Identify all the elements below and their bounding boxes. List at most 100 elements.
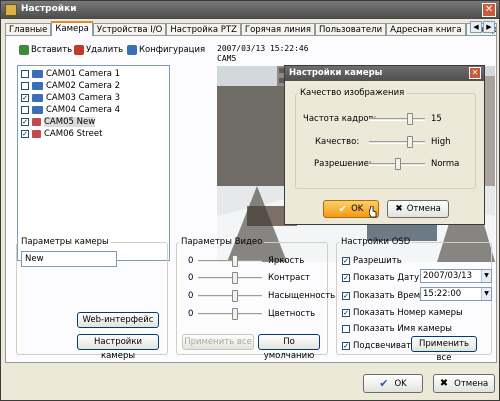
- chevron-down-icon[interactable]: ▼: [481, 288, 491, 300]
- add-camera-icon: [19, 45, 29, 55]
- delete-camera-label: Удалить: [86, 45, 124, 55]
- camera-icon: [32, 94, 43, 102]
- osd-cam-number-checkbox[interactable]: ✓: [342, 309, 350, 317]
- dialog-cancel-button[interactable]: ✖ Отмена: [387, 200, 449, 218]
- delete-camera-button[interactable]: Удалить: [74, 45, 123, 55]
- ok-button[interactable]: ✔ OK: [363, 374, 423, 393]
- osd-cam-number-label: Показать Номер камеры: [353, 308, 463, 318]
- hue-value: 0: [188, 309, 194, 319]
- osd-enable-checkbox[interactable]: ✓: [342, 257, 350, 265]
- camera-settings-button[interactable]: Настройки камеры: [77, 334, 159, 361]
- quality-slider[interactable]: [369, 136, 425, 148]
- osd-date-checkbox[interactable]: ✓: [342, 274, 350, 282]
- osd-cam-name-label: Показать Имя камеры: [353, 324, 453, 334]
- contrast-slider[interactable]: [198, 272, 262, 284]
- quality-value: High: [431, 137, 451, 147]
- ok-label: OK: [394, 378, 407, 389]
- camera-list-item[interactable]: ✓ CAM03 Camera 3: [21, 92, 120, 104]
- camera-name-input[interactable]: New: [21, 251, 117, 267]
- camera-icon: [32, 82, 43, 90]
- dialog-title: Настройки камеры: [289, 68, 383, 78]
- video-apply-all-button[interactable]: Применить все: [182, 334, 254, 350]
- camera-icon: [32, 106, 43, 114]
- saturation-label: Насыщенность: [268, 291, 336, 301]
- osd-time-label: Показать Время: [353, 291, 426, 301]
- osd-cam-number-row[interactable]: ✓ Показать Номер камеры: [342, 308, 463, 318]
- osd-time-select[interactable]: 15:22:00 ▼: [420, 287, 492, 301]
- camera-icon: [32, 70, 43, 78]
- osd-enable-row[interactable]: ✓ Разрешить: [342, 256, 402, 266]
- config-icon: [127, 45, 137, 55]
- osd-cam-name-checkbox[interactable]: [342, 325, 350, 333]
- video-default-button[interactable]: По умолчанию: [258, 334, 320, 361]
- add-camera-label: Вставить: [31, 45, 73, 55]
- camera-list-item[interactable]: CAM04 Camera 4: [21, 104, 120, 116]
- tab-scroll-left-icon[interactable]: ◀: [470, 21, 482, 33]
- camera-checkbox[interactable]: [21, 70, 29, 78]
- video-params-legend: Параметры Видео: [181, 237, 263, 247]
- chevron-down-icon[interactable]: ▼: [481, 270, 491, 282]
- osd-highlight-label: Подсвечивать: [353, 341, 417, 351]
- osd-date-select[interactable]: 2007/03/13 ▼: [420, 269, 492, 283]
- osd-highlight-row[interactable]: ✓ Подсвечивать: [342, 341, 416, 351]
- dialog-ok-label: OK: [351, 204, 364, 214]
- video-camera-name: CAM5: [217, 54, 237, 63]
- contrast-label: Контраст: [268, 273, 310, 283]
- osd-date-row[interactable]: ✓ Показать Дату: [342, 273, 419, 283]
- title-bar[interactable]: Настройки ✕: [1, 1, 499, 19]
- tab-scroll-right-icon[interactable]: ▶: [483, 21, 495, 33]
- cancel-label: Отмена: [454, 378, 489, 389]
- osd-date-value: 2007/03/13: [423, 271, 472, 281]
- hue-label: Цветность: [268, 309, 316, 319]
- camera-label: CAM05 New: [44, 117, 96, 127]
- resolution-label: Разрешение:: [314, 159, 372, 169]
- add-camera-button[interactable]: Вставить: [19, 45, 72, 55]
- camera-label: CAM06 Street: [44, 129, 103, 139]
- resolution-value: Norma: [431, 159, 460, 169]
- resolution-slider[interactable]: [369, 158, 425, 170]
- frame-rate-slider[interactable]: [369, 113, 425, 125]
- window-title: Настройки: [21, 4, 77, 14]
- osd-time-checkbox[interactable]: ✓: [342, 292, 350, 300]
- camera-checkbox[interactable]: ✓: [21, 94, 29, 102]
- check-icon: ✔: [379, 377, 389, 390]
- config-camera-button[interactable]: Конфигурация: [127, 45, 205, 55]
- frame-rate-label: Частота кадров:: [303, 114, 377, 124]
- network-camera-icon: [32, 130, 41, 138]
- osd-apply-all-button[interactable]: Применить все: [411, 336, 477, 363]
- camera-list-item[interactable]: ✓ CAM06 Street: [21, 128, 102, 140]
- close-icon: ✖: [439, 378, 449, 389]
- video-osd: 2007/03/13 15:22:46 CAM5: [217, 44, 309, 64]
- osd-highlight-checkbox[interactable]: ✓: [342, 342, 350, 350]
- image-quality-legend: Качество изображения: [300, 88, 405, 98]
- osd-cam-name-row[interactable]: Показать Имя камеры: [342, 324, 452, 334]
- camera-settings-dialog: Настройки камеры ✕ Качество изображения …: [284, 65, 485, 225]
- brightness-slider[interactable]: [198, 255, 262, 267]
- dialog-title-bar[interactable]: Настройки камеры ✕: [285, 66, 484, 81]
- web-interface-button[interactable]: Web-интерфейс: [77, 312, 159, 328]
- camera-checkbox[interactable]: [21, 106, 29, 114]
- tab-camera[interactable]: Камера: [51, 21, 93, 36]
- tab-scroll: ◀ ▶: [470, 21, 495, 33]
- camera-list-item-selected[interactable]: ✓ CAM05 New: [21, 116, 96, 128]
- close-icon: ✖: [395, 204, 403, 214]
- cancel-button[interactable]: ✖ Отмена: [433, 374, 495, 393]
- hue-slider[interactable]: [198, 308, 262, 320]
- dialog-close-button[interactable]: ✕: [469, 67, 481, 79]
- saturation-value: 0: [188, 291, 194, 301]
- camera-checkbox[interactable]: ✓: [21, 130, 29, 138]
- tab-strip: Главные Камера Устройства I/O Настройка …: [5, 21, 497, 36]
- camera-list-item[interactable]: CAM01 Camera 1: [21, 68, 120, 80]
- osd-time-row[interactable]: ✓ Показать Время: [342, 291, 425, 301]
- network-camera-icon: [32, 118, 41, 126]
- check-icon: ✔: [338, 203, 348, 215]
- quality-label: Качество:: [315, 137, 360, 147]
- camera-checkbox[interactable]: [21, 82, 29, 90]
- config-label: Конфигурация: [139, 45, 206, 55]
- camera-list-item[interactable]: CAM02 Camera 2: [21, 80, 120, 92]
- camera-checkbox[interactable]: ✓: [21, 118, 29, 126]
- dialog-cancel-label: Отмена: [406, 204, 441, 214]
- saturation-slider[interactable]: [198, 290, 262, 302]
- close-window-button[interactable]: ✕: [482, 3, 496, 17]
- camera-list[interactable]: CAM01 Camera 1 CAM02 Camera 2 ✓ CAM03 Ca…: [17, 65, 170, 261]
